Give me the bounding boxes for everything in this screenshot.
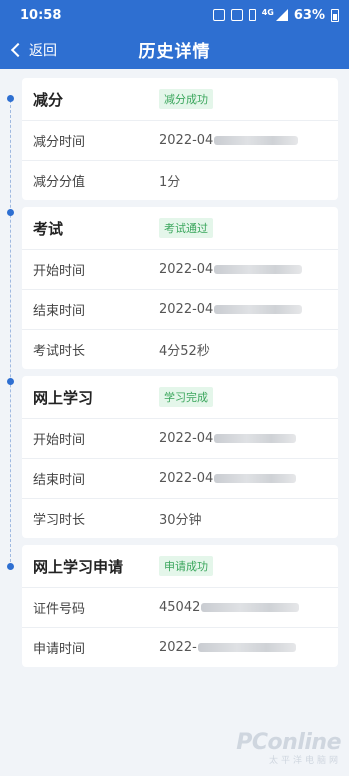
row-value: 2022-04 bbox=[159, 471, 214, 486]
section-title: 网上学习 bbox=[33, 388, 94, 407]
row-label: 结束时间 bbox=[33, 304, 86, 319]
detail-row: 开始时间 2022-04 bbox=[22, 249, 338, 289]
detail-row: 减分分值 1分 bbox=[22, 160, 338, 200]
row-value: 2022-04 bbox=[159, 262, 214, 277]
section-header: 减分 减分成功 bbox=[22, 78, 338, 120]
row-label: 开始时间 bbox=[33, 433, 86, 448]
redacted-blur bbox=[214, 434, 297, 443]
battery-percent: 63% bbox=[293, 7, 325, 23]
section-title: 减分 bbox=[33, 90, 64, 109]
detail-row: 证件号码 45042 bbox=[22, 587, 338, 627]
timeline-dot bbox=[7, 209, 14, 216]
back-button[interactable]: 返回 bbox=[10, 30, 57, 69]
section-title: 考试 bbox=[33, 219, 64, 238]
vibrate-icon bbox=[248, 9, 256, 21]
redacted-blur bbox=[214, 136, 299, 145]
row-value: 2022-04 bbox=[159, 431, 214, 446]
signal-icon bbox=[275, 9, 288, 21]
detail-row: 考试时长 4分52秒 bbox=[22, 329, 338, 369]
row-value: 1分 bbox=[159, 175, 181, 190]
row-value: 2022-04 bbox=[159, 133, 214, 148]
section-title: 网上学习申请 bbox=[33, 557, 124, 576]
row-value: 30分钟 bbox=[159, 513, 202, 528]
status-badge: 申请成功 bbox=[159, 556, 213, 576]
network-type: 4G bbox=[261, 7, 274, 17]
detail-row: 学习时长 30分钟 bbox=[22, 498, 338, 538]
redacted-blur bbox=[214, 265, 303, 274]
row-label: 结束时间 bbox=[33, 473, 86, 488]
timeline-line bbox=[10, 95, 11, 567]
card-exam: 考试 考试通过 开始时间 2022-04 结束时间 2022-04 考试时长 4… bbox=[22, 207, 338, 369]
row-label: 减分分值 bbox=[33, 175, 86, 190]
detail-row: 申请时间 2022- bbox=[22, 627, 338, 667]
row-label: 减分时间 bbox=[33, 135, 86, 150]
row-label: 学习时长 bbox=[33, 513, 86, 528]
status-badge: 考试通过 bbox=[159, 218, 213, 238]
row-value: 4分52秒 bbox=[159, 344, 210, 359]
row-label: 开始时间 bbox=[33, 264, 86, 279]
timeline-dot bbox=[7, 563, 14, 570]
status-icons: 4G 63% bbox=[212, 7, 339, 23]
section-header: 考试 考试通过 bbox=[22, 207, 338, 249]
watermark-logo: PConline bbox=[236, 730, 341, 755]
battery-icon bbox=[331, 8, 339, 22]
timeline-dot bbox=[7, 378, 14, 385]
section-header: 网上学习 学习完成 bbox=[22, 376, 338, 418]
row-label: 证件号码 bbox=[33, 602, 86, 617]
back-label: 返回 bbox=[29, 42, 57, 59]
detail-row: 结束时间 2022-04 bbox=[22, 289, 338, 329]
watermark: PConline 太平洋电脑网 bbox=[236, 730, 341, 766]
row-value: 45042 bbox=[159, 600, 201, 615]
app-bar: 10:58 4G 63% 返回 历史详情 bbox=[0, 0, 349, 69]
status-bar: 10:58 4G 63% bbox=[0, 0, 349, 30]
redacted-blur bbox=[214, 474, 297, 483]
status-time: 10:58 bbox=[20, 7, 62, 23]
chevron-left-icon bbox=[10, 42, 26, 57]
sim-icon bbox=[230, 9, 243, 21]
detail-row: 结束时间 2022-04 bbox=[22, 458, 338, 498]
row-value: 2022-04 bbox=[159, 302, 214, 317]
detail-row: 减分时间 2022-04 bbox=[22, 120, 338, 160]
card-deduction: 减分 减分成功 减分时间 2022-04 减分分值 1分 bbox=[22, 78, 338, 200]
card-study-application: 网上学习申请 申请成功 证件号码 45042 申请时间 2022- bbox=[22, 545, 338, 667]
nav-bar: 返回 历史详情 bbox=[0, 30, 349, 69]
section-header: 网上学习申请 申请成功 bbox=[22, 545, 338, 587]
detail-row: 开始时间 2022-04 bbox=[22, 418, 338, 458]
status-badge: 学习完成 bbox=[159, 387, 213, 407]
row-value: 2022- bbox=[159, 640, 197, 655]
card-online-study: 网上学习 学习完成 开始时间 2022-04 结束时间 2022-04 学习时长… bbox=[22, 376, 338, 538]
row-label: 考试时长 bbox=[33, 344, 86, 359]
redacted-blur bbox=[197, 643, 296, 652]
row-label: 申请时间 bbox=[33, 642, 86, 657]
status-badge: 减分成功 bbox=[159, 89, 213, 109]
nfc-icon bbox=[212, 9, 225, 21]
timeline-dot bbox=[7, 95, 14, 102]
redacted-blur bbox=[201, 603, 300, 612]
redacted-blur bbox=[214, 305, 303, 314]
